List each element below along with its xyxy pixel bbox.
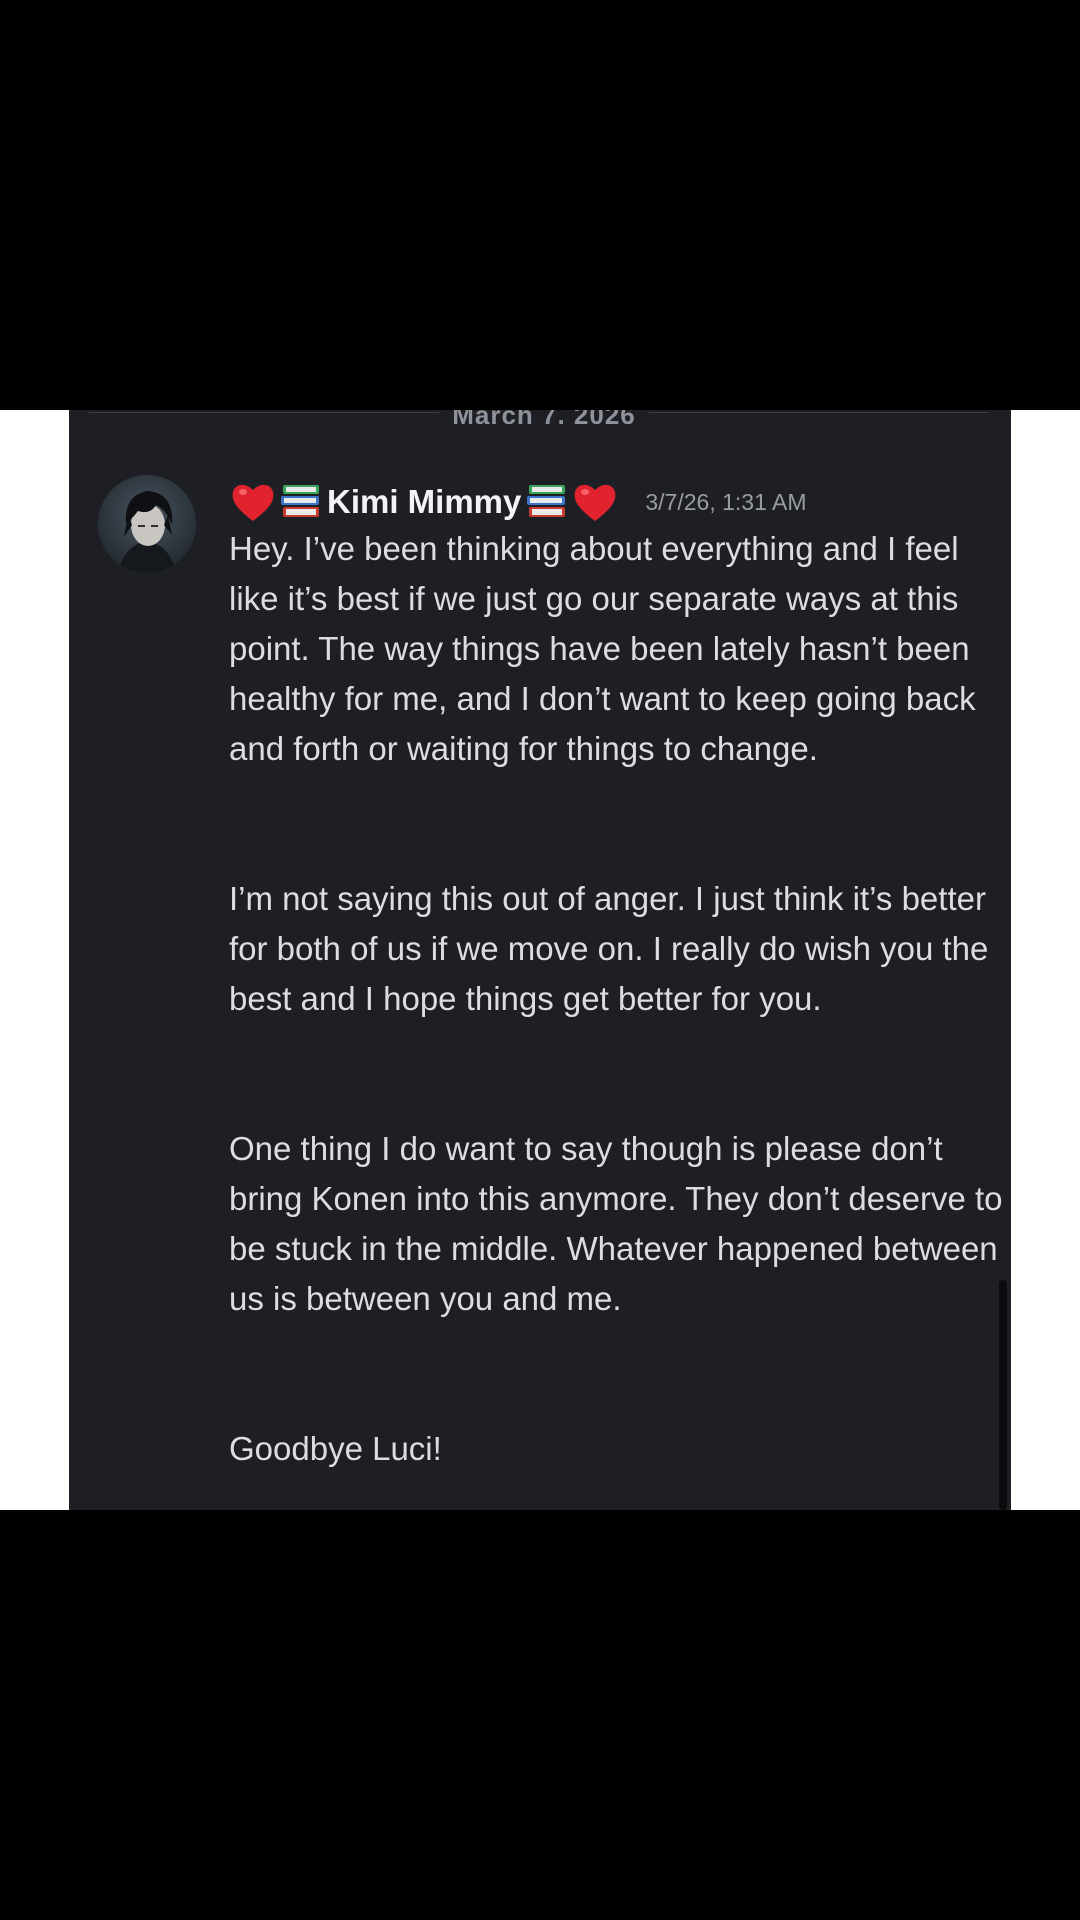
heart-icon [571,479,619,525]
divider-line-left [89,412,439,413]
date-divider: March 7, 2026 [69,410,1011,424]
top-black-bar [0,0,1080,410]
message-paragraph: Goodbye Luci! [229,1430,442,1467]
books-icon [277,479,325,525]
divider-line-right [649,412,989,413]
avatar-image [98,475,196,573]
message-paragraph: I’m not saying this out of anger. I just… [229,880,989,1017]
avatar[interactable] [98,475,196,573]
message-timestamp[interactable]: 3/7/26, 1:31 AM [645,489,806,516]
books-icon [523,479,571,525]
message-paragraph: Hey. I’ve been thinking about everything… [229,530,976,767]
message-header: Kimi Mimmy 3/7/26, 1:31 AM [229,476,989,528]
scrollbar-thumb[interactable] [999,1280,1007,1510]
bottom-black-bar [0,1510,1080,1920]
date-divider-label: March 7, 2026 [449,410,639,424]
chat-panel: March 7, 2026 [69,410,1011,1510]
message-paragraph: One thing I do want to say though is ple… [229,1130,1003,1317]
heart-icon [229,479,277,525]
author-name[interactable]: Kimi Mimmy [327,483,521,521]
